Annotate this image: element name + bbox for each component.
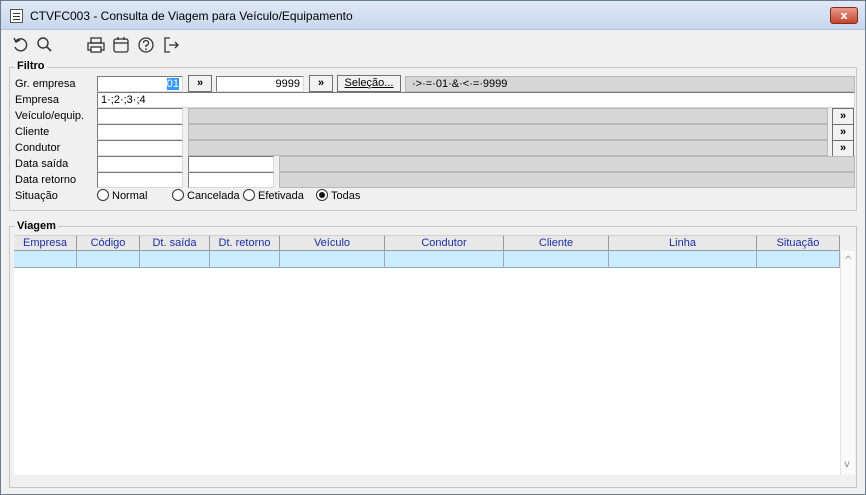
gr-empresa-to-button[interactable]: » [309,75,333,92]
title-bar: CTVFC003 - Consulta de Viagem para Veícu… [1,1,865,30]
gr-empresa-to-input[interactable]: 9999 [216,76,304,92]
col-header-dt-retorno[interactable]: Dt. retorno [210,235,280,251]
toolbar [1,31,865,59]
veiculo-lookup-button[interactable]: » [832,108,854,125]
scroll-up-icon[interactable]: ^ [844,255,852,266]
radio-icon [97,189,109,201]
calendar-icon[interactable] [111,35,131,55]
situacao-cancelada-radio[interactable]: Cancelada [172,189,240,203]
cliente-input[interactable] [97,124,183,140]
situacao-todas-radio[interactable]: Todas [316,189,360,203]
condutor-lookup-button[interactable]: » [832,140,854,157]
table-cell[interactable] [280,251,385,268]
col-header-codigo[interactable]: Código [77,235,140,251]
col-header-empresa[interactable]: Empresa [14,235,77,251]
empresa-input[interactable]: 1·;2·;3·;4 [97,92,855,108]
situacao-efetivada-radio[interactable]: Efetivada [243,189,304,203]
exit-icon[interactable] [161,35,181,55]
radio-icon [243,189,255,201]
document-icon [10,9,23,23]
data-retorno-from-input[interactable] [97,172,183,188]
data-saida-to-input[interactable] [188,156,274,172]
condutor-label: Condutor [15,142,61,154]
gr-empresa-range-button[interactable]: » [188,75,212,92]
table-cell[interactable] [609,251,757,268]
close-button[interactable]: x [830,7,858,24]
col-header-condutor[interactable]: Condutor [385,235,504,251]
data-saida-label: Data saída [15,158,69,170]
table-cell[interactable] [504,251,609,268]
data-retorno-label: Data retorno [15,174,77,186]
gr-empresa-label: Gr. empresa [15,78,76,90]
help-icon[interactable] [136,35,156,55]
horizontal-scrollbar[interactable] [14,475,855,483]
selecao-expression-field: ·>·=·01·&·<·=·9999 [405,76,855,92]
search-icon[interactable] [35,35,55,55]
data-retorno-info-field [279,172,855,188]
table-cell[interactable] [140,251,210,268]
scroll-down-icon[interactable]: v [844,459,850,470]
vertical-scrollbar[interactable]: ^ v [840,251,855,475]
col-header-situacao[interactable]: Situação [757,235,840,251]
viagem-legend: Viagem [15,220,58,232]
data-retorno-to-input[interactable] [188,172,274,188]
col-header-cliente[interactable]: Cliente [504,235,609,251]
col-header-linha[interactable]: Linha [609,235,757,251]
col-header-dt-saida[interactable]: Dt. saída [140,235,210,251]
data-saida-info-field [279,156,855,172]
undo-icon[interactable] [11,35,31,55]
radio-selected-icon [316,189,328,201]
table-cell[interactable] [385,251,504,268]
table-cell[interactable] [210,251,280,268]
selecao-button[interactable]: Seleção... [337,75,401,92]
cliente-lookup-button[interactable]: » [832,124,854,141]
viagem-grid[interactable] [14,235,840,475]
condutor-description-field [188,140,828,156]
data-saida-from-input[interactable] [97,156,183,172]
print-icon[interactable] [86,35,106,55]
condutor-input[interactable] [97,140,183,156]
gr-empresa-from-input[interactable]: 01 [97,76,183,92]
window-title: CTVFC003 - Consulta de Viagem para Veícu… [30,9,353,23]
cliente-description-field [188,124,828,140]
empresa-label: Empresa [15,94,60,106]
situacao-normal-radio[interactable]: Normal [97,189,147,203]
veiculo-label: Veículo/equip. [15,110,85,122]
col-header-veiculo[interactable]: Veículo [280,235,385,251]
table-cell[interactable] [757,251,840,268]
veiculo-description-field [188,108,828,124]
main-window: CTVFC003 - Consulta de Viagem para Veícu… [0,0,866,495]
table-cell[interactable] [14,251,77,268]
situacao-label: Situação [15,190,58,202]
filter-legend: Filtro [15,60,47,72]
table-cell[interactable] [77,251,140,268]
veiculo-input[interactable] [97,108,183,124]
cliente-label: Cliente [15,126,50,138]
radio-icon [172,189,184,201]
